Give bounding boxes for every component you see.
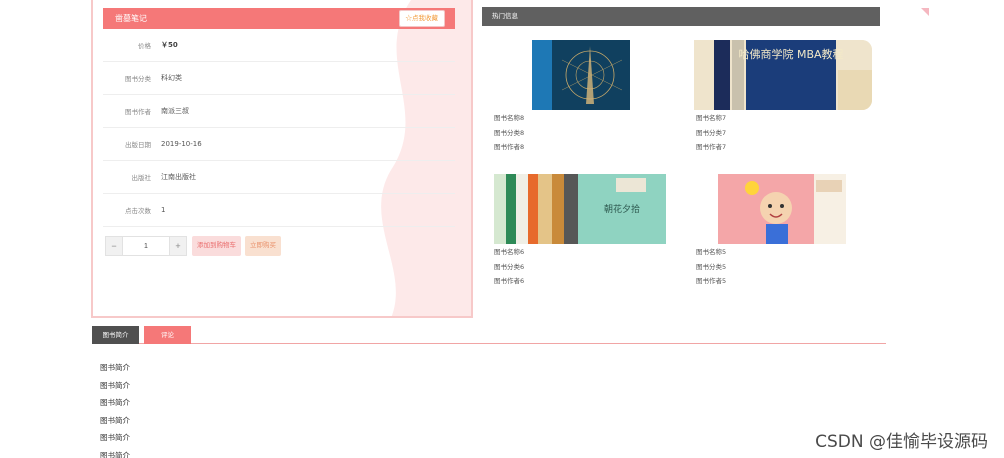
book-cover-art: 哈佛商学院 MBA教程	[694, 40, 872, 110]
intro-line: 图书简介	[100, 380, 130, 390]
quantity-input[interactable]	[123, 236, 169, 256]
cover-title-text: 朝花夕拾	[604, 203, 640, 215]
book-cover-image[interactable]: 朝花夕拾	[494, 174, 666, 244]
intro-line: 图书简介	[100, 450, 130, 458]
author-row: 图书作者 南派三叔	[103, 95, 455, 128]
book-detail-card: 凿墓笔记 ☆点我收藏 价格 ￥50 图书分类 科幻类 图书作者 南派三叔 出版日…	[91, 0, 473, 318]
hot-item-category: 图书分类7	[696, 128, 727, 137]
author-label: 图书作者	[125, 108, 151, 116]
hot-item-name: 图书名称8	[494, 114, 525, 122]
hot-item-author: 图书作者7	[696, 143, 727, 151]
hot-item-category: 图书分类6	[494, 262, 525, 271]
buy-now-button[interactable]: 立即购买	[245, 236, 281, 256]
csdn-watermark: CSDN @佳愉毕设源码	[815, 432, 988, 452]
intro-line: 图书简介	[100, 398, 130, 408]
category-row: 图书分类 科幻类	[103, 62, 455, 95]
hot-item-author: 图书作者5	[696, 277, 727, 285]
publisher-row: 出版社 江南出版社	[103, 161, 455, 194]
book-cover-art	[532, 40, 623, 110]
corner-decoration	[921, 8, 929, 16]
collect-button[interactable]: ☆点我收藏	[398, 10, 445, 27]
hot-item-category: 图书分类5	[696, 262, 727, 271]
hot-item-name: 图书名称5	[696, 248, 727, 256]
book-cover-image[interactable]	[718, 174, 846, 244]
hot-item-meta: 图书名称7 图书分类7 图书作者7	[696, 111, 726, 155]
plus-button[interactable]: +	[169, 236, 187, 256]
detail-header: 凿墓笔记 ☆点我收藏	[103, 8, 455, 29]
intro-line: 图书简介	[100, 363, 130, 372]
book-cover-art: 朝花夕拾	[494, 174, 666, 244]
price-value: ￥50	[161, 41, 178, 49]
hot-item-name: 图书名称6	[494, 248, 525, 256]
hot-item-meta: 图书名称5 图书分类5 图书作者5	[696, 245, 726, 289]
quantity-stepper: − + 添加到购物车 立即购买	[105, 236, 281, 256]
author-value: 南派三叔	[161, 107, 189, 115]
tab-reviews[interactable]: 评论	[144, 326, 191, 344]
hot-item-meta: 图书名称6 图书分类6 图书作者6	[494, 245, 524, 289]
publisher-label: 出版社	[131, 174, 152, 182]
detail-tabs: 图书简介 评论	[92, 326, 886, 344]
hot-item-name: 图书名称7	[696, 114, 727, 122]
cover-title-text: 哈佛商学院 MBA教程	[738, 47, 843, 61]
price-label: 价格	[138, 42, 151, 50]
publish-date-row: 出版日期 2019-10-16	[103, 128, 455, 161]
hot-item-author: 图书作者8	[494, 143, 525, 151]
hot-item-meta: 图书名称8 图书分类8 图书作者8	[494, 111, 524, 155]
intro-line: 图书简介	[100, 433, 130, 443]
category-label: 图书分类	[125, 75, 151, 83]
click-count-label: 点击次数	[125, 207, 151, 215]
hot-item-category: 图书分类8	[494, 128, 525, 137]
book-intro-content: 图书简介 图书简介 图书简介 图书简介 图书简介 图书简介	[100, 359, 130, 458]
book-info-list: 价格 ￥50 图书分类 科幻类 图书作者 南派三叔 出版日期 2019-10-1…	[103, 29, 455, 227]
book-cover-art	[718, 174, 846, 244]
hot-items-panel: 热门信息 图书名称8 图书分类8 图书作者8 哈佛商学院 MBA教程 图书名称7…	[482, 7, 880, 307]
book-cover-image[interactable]	[532, 40, 630, 110]
intro-line: 图书简介	[100, 415, 130, 425]
publisher-value: 江南出版社	[161, 173, 196, 181]
click-count-value: 1	[161, 206, 166, 214]
category-value: 科幻类	[161, 74, 182, 82]
add-to-cart-button[interactable]: 添加到购物车	[192, 236, 241, 256]
book-cover-image[interactable]: 哈佛商学院 MBA教程	[694, 40, 872, 110]
book-detail-page: 凿墓笔记 ☆点我收藏 价格 ￥50 图书分类 科幻类 图书作者 南派三叔 出版日…	[0, 0, 1004, 458]
hot-items-header: 热门信息	[482, 7, 880, 26]
book-title: 凿墓笔记	[115, 14, 147, 23]
publish-date-value: 2019-10-16	[161, 140, 202, 148]
minus-button[interactable]: −	[105, 236, 123, 256]
hot-item-author: 图书作者6	[494, 277, 525, 285]
price-row: 价格 ￥50	[103, 29, 455, 62]
publish-date-label: 出版日期	[125, 141, 151, 149]
tab-book-intro[interactable]: 图书简介	[92, 326, 139, 344]
click-count-row: 点击次数 1	[103, 194, 455, 227]
